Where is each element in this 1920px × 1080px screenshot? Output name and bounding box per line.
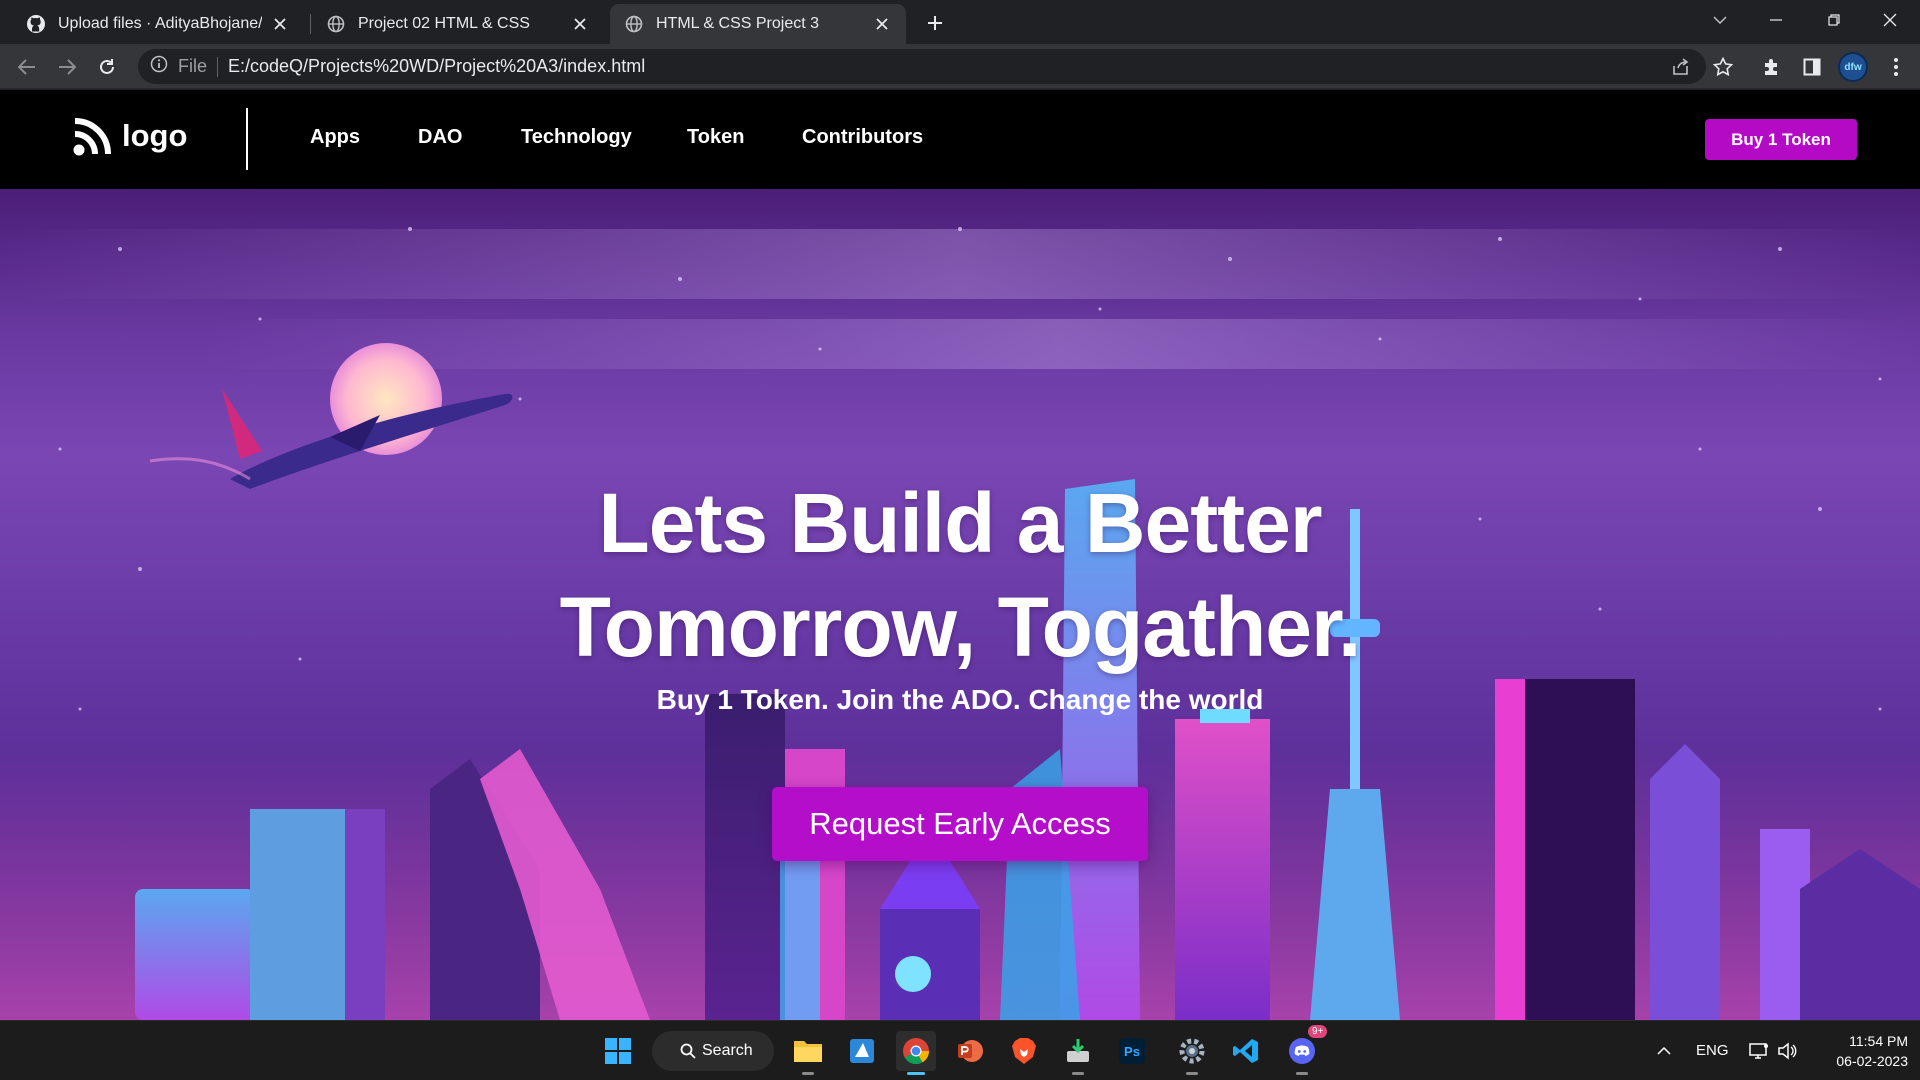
avatar[interactable]: dfw [1838,52,1868,82]
system-clock[interactable]: 11:54 PM 06-02-2023 [1812,1031,1908,1071]
vscode-icon[interactable] [1226,1031,1266,1071]
chevron-down-icon [1713,16,1727,24]
file-explorer-icon[interactable] [788,1031,828,1075]
settings-icon[interactable] [1172,1031,1212,1075]
running-indicator [1072,1072,1084,1075]
brave-icon[interactable] [1004,1031,1044,1071]
hero-section: Lets Build a Better Tomorrow, Togather. … [0,189,1920,1020]
tab-project-3[interactable]: HTML & CSS Project 3 [610,4,906,44]
network-icon[interactable] [1744,1031,1774,1071]
windows-app-icon[interactable] [842,1031,882,1071]
close-icon[interactable] [570,14,590,34]
clock-date: 06-02-2023 [1836,1053,1908,1069]
start-icon[interactable] [598,1031,638,1071]
plus-icon [928,16,942,30]
hero-title-line-2: Tomorrow, Togather. [559,580,1362,674]
clock-time: 11:54 PM [1849,1033,1908,1049]
forward-button[interactable] [52,52,82,82]
discord-badge: 9+ [1308,1025,1328,1038]
tab-title: Project 02 HTML & CSS [358,15,530,32]
language-indicator[interactable]: ENG [1696,1042,1729,1059]
running-indicator [1186,1072,1198,1075]
globe-icon [326,14,346,34]
hero-subtitle: Buy 1 Token. Join the ADO. Change the wo… [656,684,1264,715]
restore-icon [1828,14,1840,26]
site-logo[interactable]: logo [72,115,187,157]
scheme-label: File [178,56,208,76]
reload-icon [100,59,114,74]
request-early-access-button[interactable]: Request Early Access [772,787,1148,861]
arrow-left-icon [18,59,35,75]
rss-logo-icon [73,118,111,156]
installer-icon[interactable] [1058,1031,1098,1075]
browser-tab-strip: Upload files · AdityaBhojane/HTM Project… [0,0,1920,44]
address-bar[interactable]: File E:/codeQ/Projects%20WD/Project%20A3… [138,49,1706,84]
close-icon[interactable] [270,14,290,34]
tab-github-upload[interactable]: Upload files · AdityaBhojane/HTM [12,4,304,44]
minimize-button[interactable] [1748,0,1804,40]
nav-link-dao[interactable]: DAO [418,126,462,149]
tab-project-02[interactable]: Project 02 HTML & CSS [312,4,604,44]
nav-link-apps[interactable]: Apps [310,126,360,149]
search-icon [680,1043,696,1059]
powerpoint-icon[interactable] [950,1031,990,1071]
github-icon [26,14,46,34]
browser-toolbar: File E:/codeQ/Projects%20WD/Project%20A3… [0,44,1920,89]
hero-title: Lets Build a Better Tomorrow, Togather. [460,471,1460,679]
nav-link-token[interactable]: Token [687,126,744,149]
new-tab-button[interactable] [922,10,948,36]
nav-link-contributors[interactable]: Contributors [802,126,923,149]
close-icon [1883,13,1897,27]
back-button[interactable] [12,52,42,82]
star-icon[interactable] [1710,54,1736,80]
site-navbar: logo Apps DAO Technology Token Contribut… [0,90,1920,189]
photoshop-icon[interactable]: Ps [1112,1031,1152,1071]
logo-text: logo [122,118,188,153]
taskbar-search[interactable]: Search [652,1031,774,1071]
volume-icon[interactable] [1772,1031,1802,1071]
side-panel-icon[interactable] [1798,53,1826,81]
running-indicator [1296,1072,1308,1075]
minimize-icon [1770,19,1782,21]
share-icon[interactable] [1668,54,1694,80]
info-icon[interactable] [150,55,168,78]
chrome-icon[interactable] [896,1031,936,1075]
address-divider [217,56,219,77]
search-label: Search [702,1042,753,1059]
tab-separator [310,14,311,34]
windows-taskbar: Search Ps 9+ ENG 11:54 PM 06-02-2023 [0,1020,1920,1080]
chevron-up-icon[interactable] [1648,1031,1680,1071]
arrow-right-icon [59,59,76,75]
close-icon[interactable] [872,14,892,34]
hero-title-line-1: Lets Build a Better [598,476,1322,570]
tab-title: HTML & CSS Project 3 [656,15,820,32]
nav-divider [246,108,248,170]
discord-icon[interactable]: 9+ [1282,1025,1328,1075]
running-indicator [907,1072,925,1075]
nav-link-technology[interactable]: Technology [521,126,632,149]
restore-button[interactable] [1806,0,1862,40]
tab-title: Upload files · AdityaBhojane/HTM [58,15,262,32]
web-page: logo Apps DAO Technology Token Contribut… [0,90,1920,1020]
running-indicator [802,1072,814,1075]
svg-text:Ps: Ps [1124,1044,1140,1059]
buy-token-button[interactable]: Buy 1 Token [1705,119,1857,160]
globe-icon [624,14,644,34]
close-window-button[interactable] [1862,0,1918,40]
url-text[interactable]: E:/codeQ/Projects%20WD/Project%20A3/inde… [228,56,645,77]
reload-button[interactable] [92,52,122,82]
tab-search-button[interactable] [1692,0,1748,40]
kebab-menu-icon[interactable] [1882,53,1910,81]
extensions-icon[interactable] [1758,53,1786,81]
